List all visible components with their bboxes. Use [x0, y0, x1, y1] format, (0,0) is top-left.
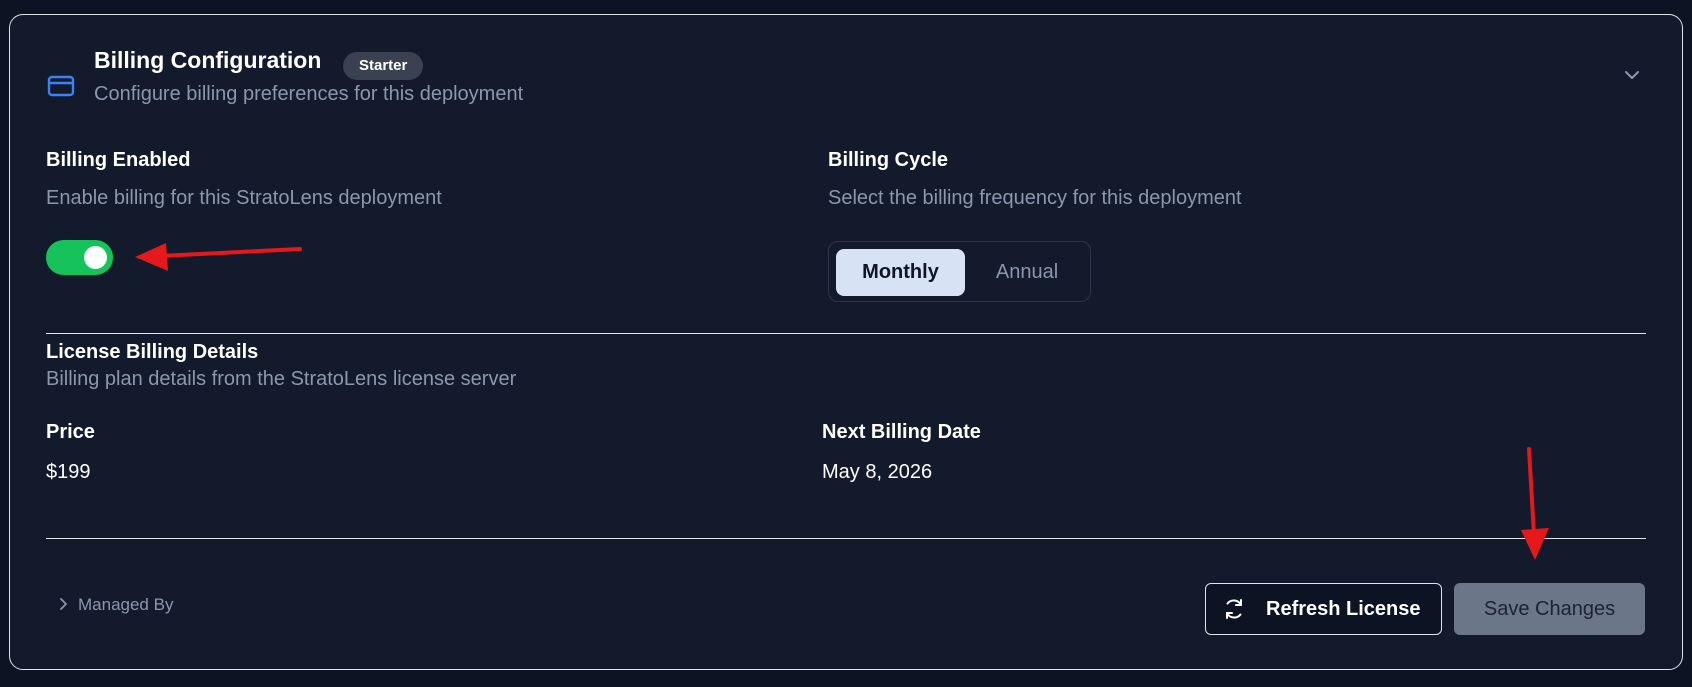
managed-by-label: Managed By: [78, 595, 174, 614]
billing-cycle-label: Billing Cycle: [828, 149, 949, 171]
billing-configuration-card: Billing Configuration Starter Configure …: [9, 14, 1683, 670]
price-value: $199: [46, 461, 91, 483]
next-billing-date-value: May 8, 2026: [822, 461, 933, 483]
next-billing-date-label: Next Billing Date: [822, 421, 981, 443]
save-changes-button[interactable]: Save Changes: [1454, 583, 1645, 635]
refresh-icon: [1226, 599, 1242, 619]
section-subtitle: Configure billing preferences for this d…: [94, 83, 524, 105]
billing-cycle-description: Select the billing frequency for this de…: [828, 187, 1242, 209]
footer-divider: [46, 538, 1646, 539]
refresh-license-label: Refresh License: [1266, 598, 1421, 620]
chevron-right-icon: [60, 598, 67, 610]
billing-cycle-annual-option[interactable]: Annual: [969, 249, 1085, 296]
managed-by-toggle[interactable]: Managed By: [58, 595, 173, 615]
chevron-down-icon[interactable]: [1622, 65, 1642, 85]
plan-badge: Starter: [343, 52, 424, 80]
refresh-license-button[interactable]: Refresh License: [1205, 583, 1442, 635]
license-details-description: Billing plan details from the StratoLens…: [46, 368, 517, 390]
billing-cycle-monthly-option[interactable]: Monthly: [836, 249, 965, 296]
billing-enabled-toggle[interactable]: [46, 240, 113, 275]
toggle-knob: [84, 246, 107, 269]
section-title: Billing Configuration: [94, 47, 322, 73]
license-details-title: License Billing Details: [46, 341, 259, 363]
billing-enabled-description: Enable billing for this StratoLens deplo…: [46, 187, 442, 209]
billing-cycle-selector: Monthly Annual: [828, 241, 1091, 302]
price-label: Price: [46, 421, 95, 443]
billing-enabled-label: Billing Enabled: [46, 149, 191, 171]
credit-card-icon: [47, 75, 75, 97]
section-divider: [46, 333, 1646, 334]
